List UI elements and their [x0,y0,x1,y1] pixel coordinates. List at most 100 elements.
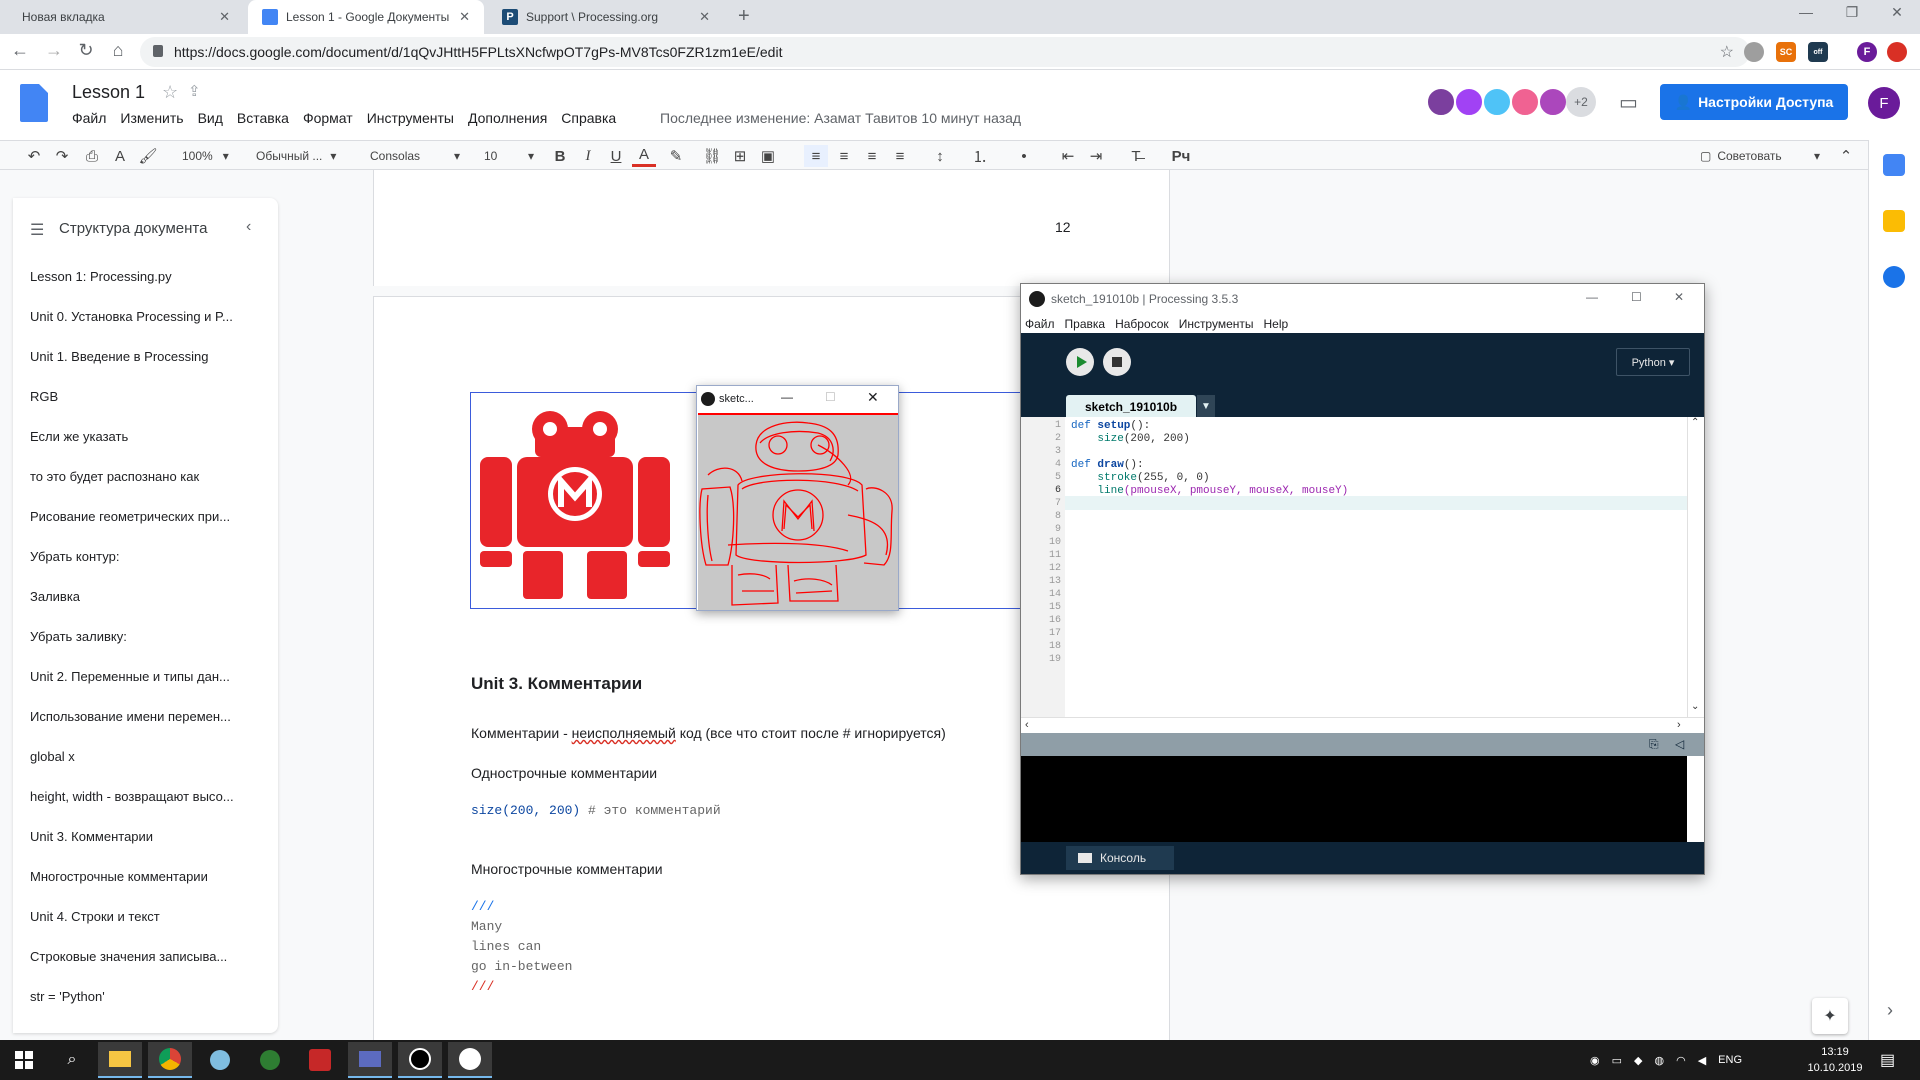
chrome-tray-icon[interactable]: ◉ [1590,1054,1600,1067]
tasks-icon[interactable] [1883,266,1905,288]
outline-item[interactable]: height, width - возвращают высо... [30,790,270,830]
new-tab-button[interactable]: + [738,5,750,28]
minimize-icon[interactable]: — [1783,4,1829,20]
search-icon[interactable]: ⌕ [50,1042,94,1078]
paint-format-icon[interactable]: 🖌 [136,145,160,167]
align-center-icon[interactable]: ≡ [832,145,856,167]
undo-icon[interactable]: ↶ [22,145,46,167]
sketch-titlebar[interactable]: sketc... — ☐ ✕ [697,386,898,412]
outline-item[interactable]: Убрать контур: [30,550,270,590]
pmenu-sketch[interactable]: Набросок [1115,317,1169,331]
input-tools-icon[interactable]: Рч [1164,145,1198,167]
menu-file[interactable]: Файл [72,110,106,126]
outline-item[interactable]: Lesson 1: Processing.py [30,270,270,310]
increase-indent-icon[interactable]: ⇥ [1084,145,1108,167]
wifi-icon[interactable]: ◠ [1676,1054,1686,1067]
console-tab[interactable]: Консоль [1066,846,1174,870]
align-justify-icon[interactable]: ≡ [888,145,912,167]
explore-button[interactable]: ✦ [1812,998,1848,1034]
align-left-icon[interactable]: ≡ [804,145,828,167]
docs-logo-icon[interactable] [20,84,48,122]
extension-icon[interactable] [1744,42,1764,62]
expand-panel-icon[interactable]: › [1887,1000,1893,1021]
taskbar-chrome[interactable] [148,1042,192,1078]
collapse-menu-icon[interactable]: ⌃ [1834,145,1858,167]
tray-icon[interactable]: ◍ [1654,1054,1664,1067]
pmenu-tools[interactable]: Инструменты [1179,317,1254,331]
profile-icon[interactable]: F [1857,42,1877,62]
menu-tools[interactable]: Инструменты [367,110,454,126]
clear-formatting-icon[interactable]: T̶ [1124,145,1148,167]
outline-item[interactable]: Заливка [30,590,270,630]
menu-edit[interactable]: Изменить [120,110,183,126]
collaborator-avatar[interactable] [1426,87,1456,117]
sketch-window[interactable]: sketc... — ☐ ✕ [696,385,899,611]
document-title[interactable]: Lesson 1 [72,82,145,103]
tray-icon[interactable]: ◆ [1634,1054,1642,1067]
bulleted-list-icon[interactable]: • [1012,145,1036,167]
console-output[interactable] [1021,756,1704,842]
volume-icon[interactable]: ◀ [1698,1054,1706,1067]
mode-selector[interactable]: Python ▾ [1616,348,1690,376]
close-icon[interactable]: ✕ [459,9,470,25]
menu-addons[interactable]: Дополнения [468,110,547,126]
pmenu-file[interactable]: Файл [1025,317,1055,331]
link-icon[interactable]: ⛓ [700,145,724,167]
scroll-up-icon[interactable]: ⌃ [1691,417,1699,428]
text-color-icon[interactable]: A [632,145,656,167]
processing-titlebar[interactable]: sketch_191010b | Processing 3.5.3 — ☐ ✕ [1021,284,1704,314]
extension-red-icon[interactable] [1887,42,1907,62]
calendar-icon[interactable] [1883,154,1905,176]
decrease-indent-icon[interactable]: ⇤ [1056,145,1080,167]
extension-sc-icon[interactable]: SC [1776,42,1796,62]
editor-horizontal-scrollbar[interactable]: ‹ › [1021,717,1704,733]
print-icon[interactable]: ⎙ [80,145,104,167]
outline-item[interactable]: global x [30,750,270,790]
maximize-icon[interactable]: ☐ [825,390,836,404]
collaborator-avatar[interactable] [1454,87,1484,117]
zoom-select[interactable]: 100% ▾ [182,145,234,167]
outline-item[interactable]: Использование имени перемен... [30,710,270,750]
menu-format[interactable]: Формат [303,110,353,126]
menu-view[interactable]: Вид [198,110,223,126]
processing-window[interactable]: sketch_191010b | Processing 3.5.3 — ☐ ✕ … [1020,283,1705,875]
clock[interactable]: 13:19 10.10.2019 [1800,1044,1870,1076]
console-scrollbar[interactable] [1687,756,1704,842]
browser-tab-docs[interactable]: Lesson 1 - Google Документы ✕ [248,0,484,34]
more-collaborators[interactable]: +2 [1566,87,1596,117]
misspelled-word[interactable]: неисполняемый [572,725,676,741]
outline-item[interactable]: Рисование геометрических при... [30,510,270,550]
pmenu-edit[interactable]: Правка [1065,317,1106,331]
align-right-icon[interactable]: ≡ [860,145,884,167]
minimize-icon[interactable]: — [781,390,793,404]
line-spacing-icon[interactable]: ↕ [928,145,952,167]
highlight-icon[interactable]: ✎ [664,145,688,167]
scroll-right-icon[interactable]: › [1677,719,1681,731]
insert-image-icon[interactable]: ▣ [756,145,780,167]
share-button[interactable]: 👤 Настройки Доступа [1660,84,1848,120]
user-avatar[interactable]: F [1868,87,1900,119]
scroll-down-icon[interactable]: ⌄ [1691,701,1699,712]
address-bar[interactable]: https://docs.google.com/document/d/1qQvJ… [140,37,1750,67]
taskbar-app[interactable] [198,1042,242,1078]
spellcheck-icon[interactable]: A [108,145,132,167]
outline-item[interactable]: то это будет распознано как [30,470,270,510]
comments-icon[interactable]: ▭ [1619,90,1638,115]
star-icon[interactable]: ☆ [162,82,178,103]
taskbar-solidworks[interactable] [298,1042,342,1078]
run-button[interactable] [1066,348,1094,376]
code-editor[interactable]: 1 2 3 4 5 6 7 8 9 10 11 12 13 14 15 16 17 18 19 def setup(… [1021,417,1704,717]
close-icon[interactable]: ✕ [219,9,230,25]
reload-icon[interactable]: ↻ [74,40,98,61]
collaborator-avatar[interactable] [1538,87,1568,117]
outline-item[interactable]: Если же указать [30,430,270,470]
move-folder-icon[interactable]: ⇪ [188,82,201,100]
close-icon[interactable]: ✕ [1674,290,1684,304]
editor-vertical-scrollbar[interactable]: ⌃ ⌄ [1687,417,1704,717]
bold-icon[interactable]: B [548,145,572,167]
italic-icon[interactable]: I [576,145,600,167]
tray-icon[interactable]: ▭ [1612,1054,1622,1067]
restore-icon[interactable]: ❐ [1829,4,1875,21]
keep-icon[interactable] [1883,210,1905,232]
outline-item[interactable]: RGB [30,390,270,430]
